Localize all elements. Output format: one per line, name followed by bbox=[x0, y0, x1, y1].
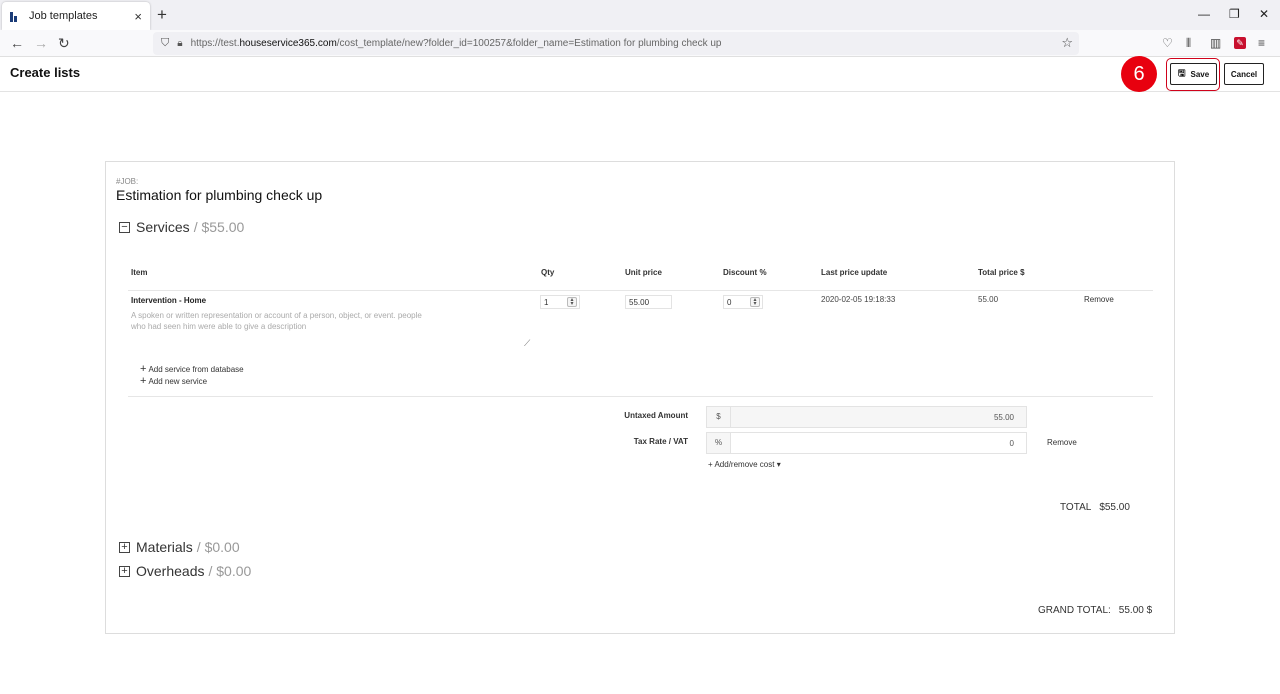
divider bbox=[128, 290, 1153, 291]
minimize-icon[interactable]: — bbox=[1198, 7, 1210, 21]
page-title: Create lists bbox=[10, 65, 81, 80]
tab-title: Job templates bbox=[29, 10, 98, 22]
services-total: TOTAL $55.00 bbox=[1060, 502, 1130, 513]
add-remove-cost-dropdown[interactable]: + Add/remove cost ▾ bbox=[708, 460, 781, 469]
add-new-label: Add new service bbox=[148, 377, 208, 386]
browser-tab[interactable]: Job templates × bbox=[2, 2, 150, 30]
url-prefix: https://test. bbox=[190, 38, 240, 49]
remove-service-link[interactable]: Remove bbox=[1084, 295, 1114, 304]
browser-tab-bar: Job templates × + — ❐ ✕ bbox=[0, 0, 1280, 30]
lock-icon[interactable]: 🔒︎ bbox=[177, 38, 182, 49]
col-item: Item bbox=[131, 268, 148, 277]
percent-prefix: % bbox=[707, 433, 731, 453]
menu-icon[interactable]: ≡ bbox=[1258, 36, 1265, 50]
expand-icon[interactable]: + bbox=[119, 541, 130, 553]
last-update-value: 2020-02-05 19:18:33 bbox=[821, 295, 896, 304]
unit-price-input[interactable]: 55.00 bbox=[625, 295, 672, 309]
job-tag: #JOB: bbox=[116, 177, 139, 186]
add-service-from-db-link[interactable]: + Add service from database bbox=[140, 363, 244, 375]
library-icon[interactable]: ⫴ bbox=[1186, 36, 1191, 51]
sidebar-icon[interactable]: ▥ bbox=[1210, 36, 1221, 50]
col-unit-price: Unit price bbox=[625, 268, 662, 277]
forward-icon[interactable]: → bbox=[34, 35, 48, 51]
tax-rate-label: Tax Rate / VAT bbox=[633, 437, 688, 446]
service-item-description[interactable]: A spoken or written representation or ac… bbox=[131, 310, 431, 332]
overheads-amount: / $0.00 bbox=[208, 563, 252, 579]
floppy-disk-icon: 🖫 bbox=[1177, 68, 1186, 78]
collapse-icon[interactable]: − bbox=[119, 221, 130, 233]
qty-stepper[interactable]: 1 ▴ ▾ bbox=[540, 295, 580, 309]
job-card: #JOB: Estimation for plumbing check up −… bbox=[105, 161, 1175, 634]
shield-icon[interactable]: ⛉ bbox=[161, 37, 169, 50]
bookmark-star-icon[interactable]: ☆ bbox=[1061, 35, 1073, 51]
untaxed-amount-label: Untaxed Amount bbox=[624, 411, 688, 420]
tab-close-icon[interactable]: × bbox=[134, 9, 142, 24]
overheads-section-header[interactable]: + Overheads / $0.00 bbox=[119, 563, 251, 579]
unit-price-value: 55.00 bbox=[629, 297, 650, 307]
services-section-header[interactable]: − Services / $55.00 bbox=[119, 219, 244, 235]
tax-rate-value: 0 bbox=[1009, 438, 1014, 448]
stepper-arrows-icon[interactable]: ▴ ▾ bbox=[750, 297, 760, 307]
total-label: TOTAL bbox=[1060, 502, 1092, 513]
window-close-icon[interactable]: ✕ bbox=[1259, 7, 1269, 21]
service-item-name: Intervention - Home bbox=[131, 296, 207, 305]
stepper-arrows-icon[interactable]: ▴ ▾ bbox=[567, 297, 577, 307]
plus-icon: + bbox=[140, 375, 147, 387]
total-value: $55.00 bbox=[1099, 502, 1130, 513]
pocket-icon[interactable]: ♡ bbox=[1162, 36, 1173, 50]
grand-total-value: 55.00 $ bbox=[1118, 605, 1153, 616]
discount-value: 0 bbox=[727, 297, 732, 307]
tax-rate-input[interactable]: % 0 bbox=[706, 432, 1027, 454]
back-icon[interactable]: ← bbox=[10, 35, 24, 51]
reload-icon[interactable]: ↻ bbox=[58, 35, 70, 52]
materials-label: Materials bbox=[136, 539, 193, 555]
address-bar[interactable]: ⛉ 🔒︎ https://test. houseservice365.com/co… bbox=[153, 32, 1079, 55]
materials-section-header[interactable]: + Materials / $0.00 bbox=[119, 539, 240, 555]
qty-value: 1 bbox=[544, 297, 549, 307]
new-tab-icon[interactable]: + bbox=[157, 5, 167, 25]
extension-icon[interactable]: ✎ bbox=[1234, 37, 1246, 49]
expand-icon[interactable]: + bbox=[119, 565, 130, 577]
caret-down-icon: ▾ bbox=[776, 460, 781, 469]
site-favicon-icon bbox=[10, 10, 22, 22]
add-new-service-link[interactable]: + Add new service bbox=[140, 375, 207, 387]
services-amount: / $55.00 bbox=[193, 219, 245, 235]
col-total: Total price $ bbox=[978, 268, 1025, 277]
resize-handle-icon[interactable]: ⟋ bbox=[524, 338, 530, 349]
untaxed-amount-value: 55.00 bbox=[993, 412, 1014, 422]
grand-total-label: GRAND TOTAL: bbox=[1038, 605, 1111, 616]
grand-total: GRAND TOTAL: 55.00 $ bbox=[1038, 605, 1152, 616]
dollar-prefix: $ bbox=[707, 407, 731, 427]
untaxed-amount-field: $ 55.00 bbox=[706, 406, 1027, 428]
col-discount: Discount % bbox=[723, 268, 767, 277]
save-label: Save bbox=[1190, 69, 1210, 79]
remove-tax-link[interactable]: Remove bbox=[1047, 438, 1077, 447]
materials-amount: / $0.00 bbox=[196, 539, 240, 555]
divider bbox=[128, 396, 1153, 397]
restore-icon[interactable]: ❐ bbox=[1229, 7, 1240, 21]
overheads-label: Overheads bbox=[136, 563, 205, 579]
col-qty: Qty bbox=[541, 268, 555, 277]
url-domain: houseservice365.com bbox=[239, 38, 337, 49]
cancel-button[interactable]: Cancel bbox=[1224, 63, 1264, 85]
plus-icon: + bbox=[140, 363, 147, 375]
browser-nav-bar: ← → ↻ ⛉ 🔒︎ https://test. houseservice365.… bbox=[0, 30, 1280, 57]
save-button[interactable]: 🖫 Save bbox=[1170, 63, 1217, 85]
job-name: Estimation for plumbing check up bbox=[116, 187, 323, 203]
app-header: Create lists bbox=[0, 57, 1280, 92]
col-last-update: Last price update bbox=[821, 268, 888, 277]
total-price-value: 55.00 bbox=[978, 295, 999, 304]
discount-stepper[interactable]: 0 ▴ ▾ bbox=[723, 295, 763, 309]
step-badge: 6 bbox=[1121, 56, 1157, 92]
add-from-db-label: Add service from database bbox=[148, 365, 244, 374]
add-remove-cost-label: + Add/remove cost bbox=[708, 460, 775, 469]
services-label: Services bbox=[136, 219, 190, 235]
url-path: /cost_template/new?folder_id=100257&fold… bbox=[336, 38, 722, 49]
